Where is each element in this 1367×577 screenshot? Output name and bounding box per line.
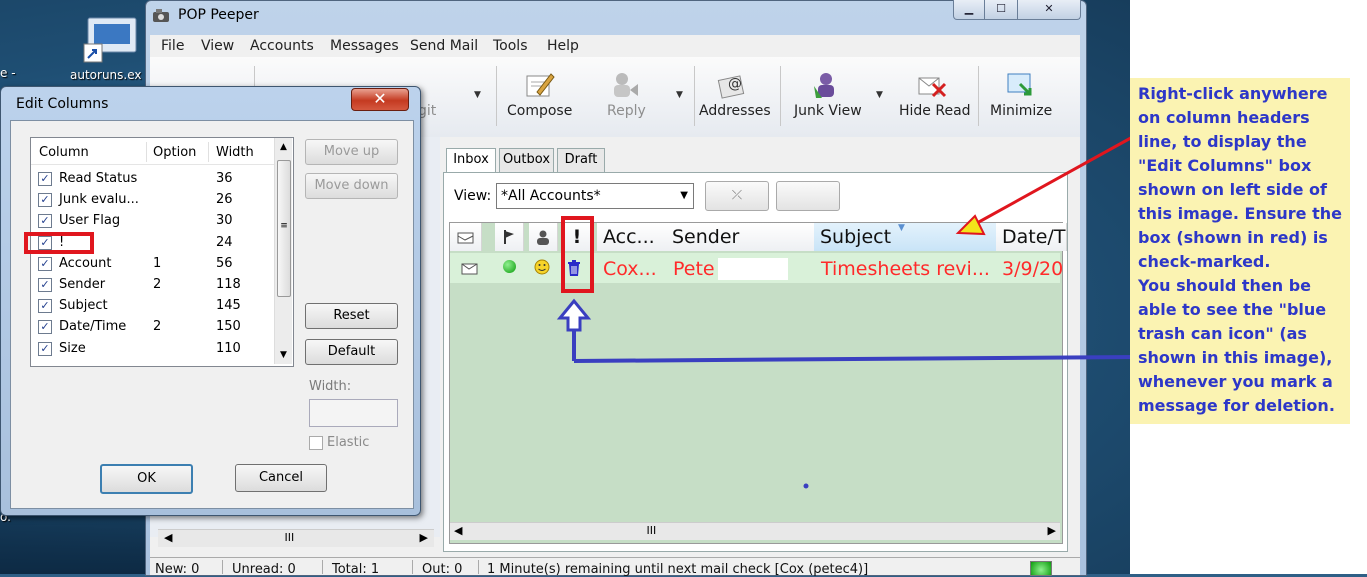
red-arrow-line <box>967 132 1139 230</box>
blue-arrow-head <box>556 298 592 332</box>
annotation-paragraph-1: Right-click anywhere on column headers l… <box>1138 84 1342 271</box>
annotation-paragraph-2: You should then be able to see the "blue… <box>1138 276 1335 415</box>
blue-arrow-line <box>573 355 1139 363</box>
red-arrow-head <box>955 214 986 236</box>
blue-dot <box>803 483 809 489</box>
